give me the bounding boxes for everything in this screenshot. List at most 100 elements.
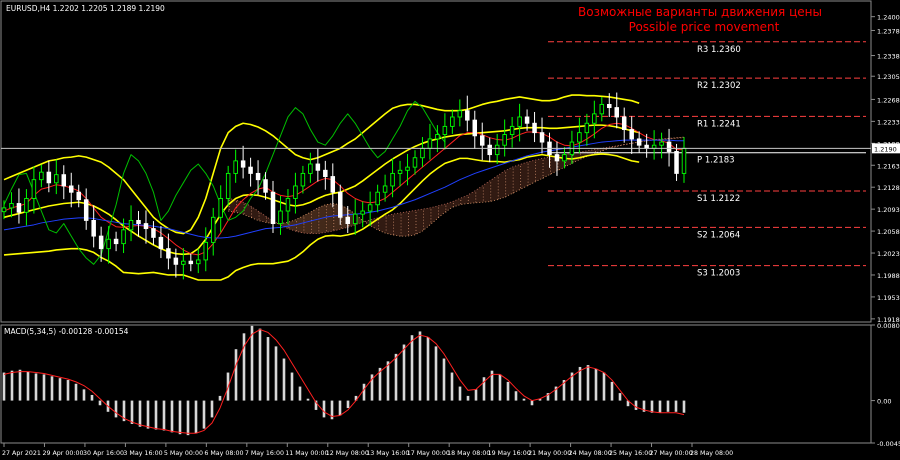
cloud-dot	[318, 230, 320, 232]
price-tick-label: 1.2058	[877, 228, 900, 236]
macd-bar	[594, 368, 598, 401]
candle-body	[412, 157, 418, 168]
macd-tick-label: 0.00809	[877, 322, 900, 330]
cloud-dot	[527, 184, 529, 186]
cloud-dot	[512, 186, 514, 188]
candle-body	[367, 204, 373, 212]
cloud-dot	[393, 218, 395, 220]
cloud-dot	[400, 223, 402, 225]
cloud-dot	[236, 204, 238, 206]
macd-bar	[138, 400, 142, 427]
candle-body	[629, 129, 634, 140]
candle-body	[539, 132, 545, 143]
cloud-dot	[520, 187, 522, 189]
price-tick-label: 1.2305	[877, 73, 900, 81]
price-tick-label: 1.2163	[877, 162, 900, 170]
macd-bar	[298, 386, 302, 401]
chart-canvas: R3 1.2360 R2 1.2302 R1 1.2241 P 1.2183 S1 1.…	[0, 0, 900, 460]
cloud-dot	[490, 182, 492, 184]
candle-body	[338, 191, 343, 218]
cloud-dot	[415, 223, 417, 225]
cloud-dot	[348, 213, 350, 215]
candle-body	[607, 103, 612, 109]
cloud-dot	[378, 225, 380, 227]
cloud-dot	[318, 227, 320, 229]
macd-bar	[50, 376, 54, 401]
candle-body	[465, 110, 470, 121]
cloud-dot	[333, 223, 335, 225]
cloud-dot	[333, 205, 335, 207]
cloud-dot	[251, 207, 253, 209]
macd-tick-label: 0.00	[877, 398, 891, 406]
cloud-dot	[430, 221, 432, 223]
cloud-dot	[243, 206, 245, 208]
cloud-dot	[415, 229, 417, 231]
cloud-dot	[497, 195, 499, 197]
candle-body	[46, 171, 52, 184]
candle-body	[509, 125, 515, 135]
cloud-dot	[340, 218, 342, 220]
macd-bar	[290, 372, 294, 401]
cloud-dot	[490, 188, 492, 190]
candle-body	[240, 160, 246, 168]
cloud-dot	[325, 227, 327, 229]
cloud-dot	[325, 218, 327, 220]
cloud-dot	[422, 210, 424, 212]
cloud-dot	[520, 178, 522, 180]
candle-body	[91, 219, 96, 237]
cloud-dot	[460, 199, 462, 201]
time-tick-label: 27 Apr 2021	[2, 450, 41, 457]
cloud-dot	[303, 220, 305, 222]
candle-body	[61, 174, 67, 187]
cloud-dot	[310, 216, 312, 218]
macd-bar	[458, 386, 462, 401]
candle-body	[293, 185, 298, 199]
cloud-dot	[520, 172, 522, 174]
macd-bar	[306, 398, 310, 401]
cloud-dot	[437, 210, 439, 212]
macd-bar	[346, 400, 350, 409]
macd-bar	[282, 358, 286, 401]
candle-body	[248, 166, 253, 174]
cloud-dot	[482, 193, 484, 195]
candle-body	[1, 207, 7, 213]
price-tick-label: 1.2338	[877, 53, 900, 61]
cloud-segment	[407, 210, 415, 237]
current-price-label: 1.2190	[874, 145, 897, 153]
candle-body	[636, 138, 642, 146]
macd-bar	[450, 372, 454, 401]
cloud-dot	[408, 216, 410, 218]
candle-body	[427, 138, 433, 149]
cloud-dot	[549, 161, 551, 163]
candle-body	[666, 141, 672, 152]
macd-bar	[402, 344, 406, 401]
time-tick-label: 30 Apr 16:00	[83, 450, 124, 457]
cloud-dot	[251, 210, 253, 212]
macd-bar	[154, 400, 158, 430]
cloud-dot	[535, 164, 537, 166]
macd-bar	[386, 361, 390, 401]
cloud-dot	[542, 162, 544, 164]
cloud-dot	[393, 230, 395, 232]
cloud-dot	[467, 196, 469, 198]
time-tick-label: 6 May 08:00	[204, 450, 243, 457]
macd-bar	[114, 400, 118, 418]
candle-body	[173, 257, 179, 265]
level-p-label: P 1.2183	[697, 156, 735, 166]
cloud-dot	[482, 199, 484, 201]
cloud-dot	[527, 181, 529, 183]
price-tick-label: 1.2233	[877, 118, 900, 126]
macd-bar	[162, 400, 166, 431]
cloud-dot	[318, 224, 320, 226]
cloud-dot	[542, 159, 544, 161]
price-tick-label: 1.2268	[877, 96, 900, 104]
cloud-dot	[325, 206, 327, 208]
cloud-dot	[333, 214, 335, 216]
candle-body	[151, 228, 156, 238]
macd-bar	[130, 400, 134, 424]
cloud-dot	[505, 184, 507, 186]
cloud-dot	[505, 181, 507, 183]
cloud-dot	[340, 224, 342, 226]
cloud-dot	[258, 218, 260, 220]
level-s2-label: S2 1.2064	[697, 230, 740, 240]
